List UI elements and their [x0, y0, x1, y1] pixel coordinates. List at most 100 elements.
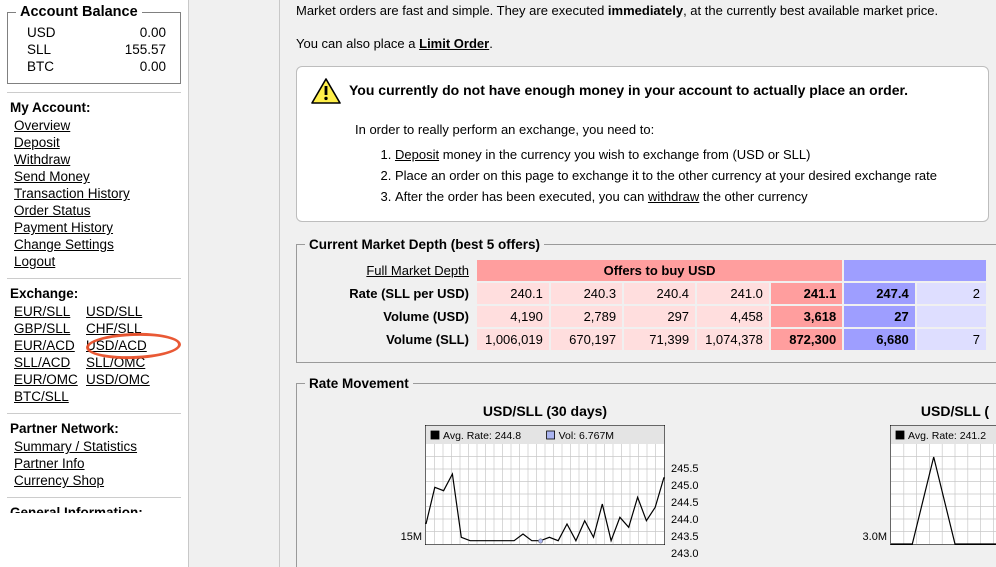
- buy-volume-sll-cell: 1,006,019: [476, 329, 549, 350]
- list-item: Logout: [14, 253, 188, 270]
- buy-rate-cell: 241.0: [697, 283, 769, 304]
- intro-text-a: Market orders are fast and simple. They …: [296, 3, 608, 18]
- exchange-pair-gbp-sll[interactable]: GBP/SLL: [14, 321, 70, 336]
- table-row: SLL 155.57: [16, 41, 172, 58]
- exchange-column-2: USD/SLL CHF/SLL USD/ACD SLL/OMC USD/OMC: [86, 303, 150, 388]
- buy-volume-sll-cell: 670,197: [550, 329, 623, 350]
- exchange-pair-usd-acd[interactable]: USD/ACD: [86, 338, 147, 353]
- buy-rate-cell: 240.4: [624, 283, 696, 304]
- sidebar-item-order-status[interactable]: Order Status: [14, 203, 91, 218]
- my-account-nav: Overview Deposit Withdraw Send Money Tra…: [0, 117, 188, 270]
- exchange-pair-eur-acd[interactable]: EUR/ACD: [14, 338, 75, 353]
- limit-order-link[interactable]: Limit Order: [419, 36, 489, 51]
- exchange-pair-btc-sll[interactable]: BTC/SLL: [14, 389, 69, 404]
- step-text: the other currency: [699, 189, 808, 204]
- sidebar-item-withdraw[interactable]: Withdraw: [14, 152, 70, 167]
- buy-volume-usd-cell: 297: [624, 306, 696, 327]
- exchange-pair-usd-sll[interactable]: USD/SLL: [86, 304, 142, 319]
- list-item: EUR/OMC: [14, 371, 86, 388]
- exchange-pair-eur-omc[interactable]: EUR/OMC: [14, 372, 78, 387]
- exchange-pair-usd-omc[interactable]: USD/OMC: [86, 372, 150, 387]
- exchange-column-1: EUR/SLL GBP/SLL EUR/ACD SLL/ACD EUR/OMC …: [14, 303, 86, 405]
- intro-text-d: .: [489, 36, 493, 51]
- list-item: After the order has been executed, you c…: [395, 186, 974, 207]
- list-item: CHF/SLL: [86, 320, 150, 337]
- sidebar-item-payment-history[interactable]: Payment History: [14, 220, 113, 235]
- chart-usd-sll-secondary: USD/SLL ( Avg. Rate: 241.2 3.0M: [863, 395, 996, 548]
- list-item: EUR/ACD: [14, 337, 86, 354]
- warning-subhead: In order to really perform an exchange, …: [355, 122, 655, 137]
- sidebar-item-change-settings[interactable]: Change Settings: [14, 237, 114, 252]
- list-item: Withdraw: [14, 151, 188, 168]
- offers-to-sell-header: [844, 260, 986, 281]
- list-item: Send Money: [14, 168, 188, 185]
- row-label-volume-usd: Volume (USD): [383, 309, 469, 324]
- deposit-link[interactable]: Deposit: [395, 147, 439, 162]
- balance-currency: BTC: [27, 59, 54, 74]
- step-text-pre: After the order has been executed, you c…: [395, 189, 648, 204]
- list-item: SLL/OMC: [86, 354, 150, 371]
- insufficient-funds-warning: You currently do not have enough money i…: [296, 66, 989, 222]
- svg-text:Avg. Rate: 241.2: Avg. Rate: 241.2: [908, 430, 986, 442]
- balance-currency: USD: [27, 25, 56, 40]
- sell-rate-best-cell: 247.4: [844, 283, 915, 304]
- buy-volume-usd-cell: 4,190: [476, 306, 549, 327]
- table-row: Volume (USD) 4,190 2,789 297 4,458 3,618…: [307, 306, 986, 327]
- balance-amount: 0.00: [139, 59, 166, 74]
- list-item: Overview: [14, 117, 188, 134]
- warning-triangle-icon: [311, 77, 341, 108]
- chart-y-right-tick: 245.0: [671, 480, 699, 492]
- table-row: Volume (SLL) 1,006,019 670,197 71,399 1,…: [307, 329, 986, 350]
- list-item: Currency Shop: [14, 472, 188, 489]
- exchange-pair-sll-omc[interactable]: SLL/OMC: [86, 355, 145, 370]
- warning-header: You currently do not have enough money i…: [311, 77, 974, 108]
- rate-movement-legend: Rate Movement: [309, 376, 409, 391]
- sidebar-item-overview[interactable]: Overview: [14, 118, 70, 133]
- sidebar-item-summary-statistics[interactable]: Summary / Statistics: [14, 439, 137, 454]
- list-item: Transaction History: [14, 185, 188, 202]
- buy-volume-usd-cell: 4,458: [697, 306, 769, 327]
- sidebar-item-send-money[interactable]: Send Money: [14, 169, 90, 184]
- list-item: Summary / Statistics: [14, 438, 188, 455]
- divider: [7, 413, 181, 414]
- divider: [7, 92, 181, 93]
- sidebar-item-currency-shop[interactable]: Currency Shop: [14, 473, 104, 488]
- list-item: USD/ACD: [86, 337, 150, 354]
- main-content: Market orders are fast and simple. They …: [281, 0, 996, 567]
- chart-y-right-tick: 243.5: [671, 531, 699, 543]
- full-market-depth-link[interactable]: Full Market Depth: [366, 263, 469, 278]
- chart-y-right-tick: 243.0: [671, 548, 699, 560]
- chart-y-right-tick: 244.0: [671, 514, 699, 526]
- sidebar-item-transaction-history[interactable]: Transaction History: [14, 186, 130, 201]
- account-balance-table: USD 0.00 SLL 155.57 BTC 0.00: [16, 24, 172, 75]
- list-item: SLL/ACD: [14, 354, 86, 371]
- sell-volume-usd-best-cell: 27: [844, 306, 915, 327]
- buy-rate-cell: 240.1: [476, 283, 549, 304]
- withdraw-link[interactable]: withdraw: [648, 189, 699, 204]
- sidebar-item-deposit[interactable]: Deposit: [14, 135, 60, 150]
- step-text: Place an order on this page to exchange …: [395, 168, 938, 183]
- chart-usd-sll-30-days: USD/SLL (30 days) Avg. Rate: 244.8 Vol: 6…: [401, 395, 699, 560]
- buy-volume-sll-best-cell: 872,300: [770, 329, 843, 350]
- list-item: GBP/SLL: [14, 320, 86, 337]
- list-item: Deposit money in the currency you wish t…: [395, 144, 974, 165]
- intro-paragraph-2: You can also place a Limit Order.: [296, 19, 996, 52]
- partner-network-nav: Summary / Statistics Partner Info Curren…: [0, 438, 188, 489]
- intro-text-c: You can also place a: [296, 36, 420, 51]
- divider: [7, 278, 181, 279]
- sell-volume-usd-cell: [916, 306, 986, 327]
- offers-to-buy-header: Offers to buy USD: [476, 260, 843, 281]
- exchange-pair-eur-sll[interactable]: EUR/SLL: [14, 304, 70, 319]
- market-depth-legend: Current Market Depth (best 5 offers): [309, 237, 541, 252]
- chart-y-right-tick: 244.5: [671, 497, 699, 509]
- exchange-pair-chf-sll[interactable]: CHF/SLL: [86, 321, 142, 336]
- exchange-pair-sll-acd[interactable]: SLL/ACD: [14, 355, 70, 370]
- chart-svg: Avg. Rate: 241.2: [889, 424, 996, 546]
- buy-volume-sll-cell: 1,074,378: [697, 329, 769, 350]
- sidebar-item-partner-info[interactable]: Partner Info: [14, 456, 85, 471]
- sidebar-item-logout[interactable]: Logout: [14, 254, 55, 269]
- page-root: Account Balance USD 0.00 SLL 155.57 BTC …: [0, 0, 996, 567]
- list-item: USD/OMC: [86, 371, 150, 388]
- chart-y-left-tick: 3.0M: [862, 531, 887, 543]
- svg-text:Avg. Rate: 244.8: Avg. Rate: 244.8: [443, 430, 521, 442]
